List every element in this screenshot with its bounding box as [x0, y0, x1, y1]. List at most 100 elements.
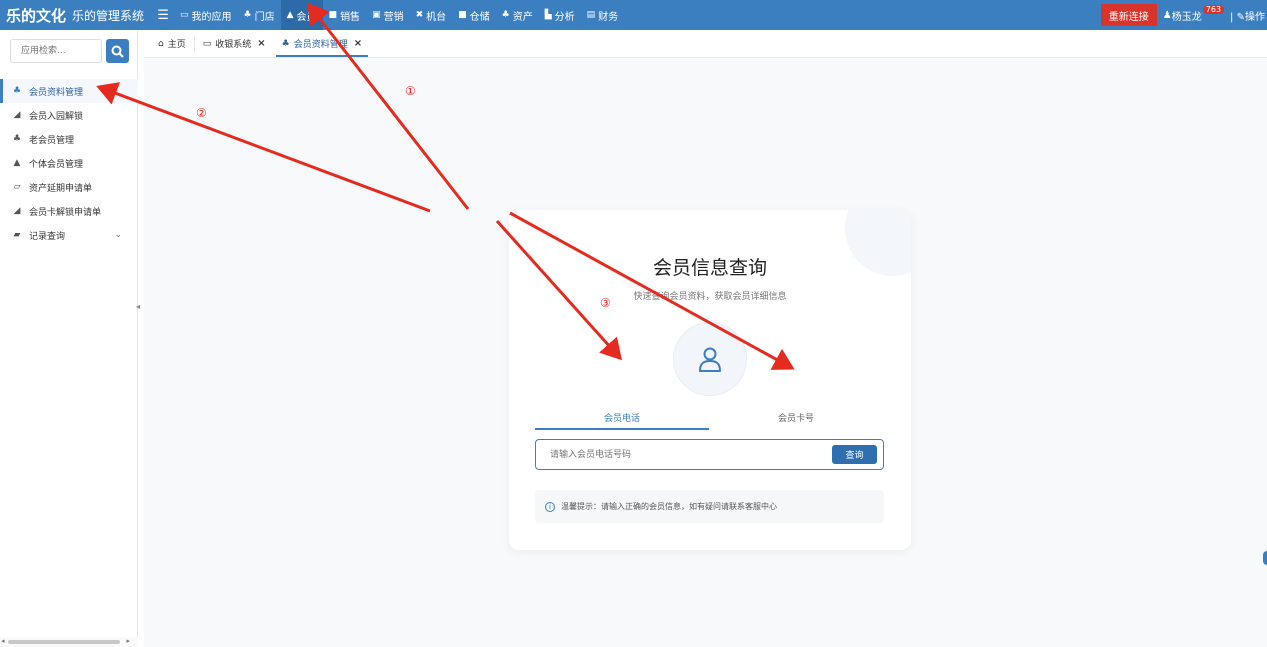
search-icon — [111, 45, 124, 58]
chevron-down-icon: ⌄ — [114, 230, 122, 240]
sidebar-item-label: 记录查询 — [29, 231, 66, 242]
sitemap-icon: ♣ — [243, 10, 252, 20]
query-row: 查询 — [535, 439, 884, 470]
nav-label: 资产 — [512, 11, 533, 23]
scrollbar-thumb[interactable] — [8, 640, 120, 644]
tab-label: 会员资料管理 — [293, 40, 348, 50]
scroll-right-icon[interactable]: ▸ — [126, 637, 130, 645]
nav-item-machines[interactable]: ✖ 机台 — [410, 0, 453, 30]
monitor-icon: ▭ — [180, 10, 189, 20]
tab-cashier[interactable]: ▭ 收银系统 × — [195, 30, 274, 58]
nav-item-finance[interactable]: ▤ 财务 — [581, 0, 625, 30]
query-button[interactable]: 查询 — [832, 445, 877, 464]
sidebar-menu: ♣ 会员资料管理 ◢ 会员入园解锁 ♣ 老会员管理 ▲ 个体会员管理 ▱ 资产延期申请单 … — [0, 79, 138, 247]
users-icon: ♣ — [12, 86, 22, 96]
horizontal-scrollbar[interactable]: ◂ ▸ — [0, 637, 138, 647]
annotation-label-1: ① — [405, 84, 416, 98]
nav-item-sales[interactable]: ■ 销售 — [323, 0, 367, 30]
main-nav: ▭ 我的应用 ♣ 门店 ▲ 会员 ■ 销售 ▣ 营销 ✖ 机台 ■ 仓储 ♣ 资产 ▙ 分析 ▤ 财… — [174, 0, 624, 30]
sidebar-item-label: 会员入园解锁 — [29, 111, 84, 122]
gift-icon: ▣ — [372, 10, 381, 20]
users-icon: ♣ — [281, 38, 290, 49]
ops-menu[interactable]: | ✎操作 — [1230, 8, 1267, 23]
briefcase-icon: ■ — [328, 10, 338, 20]
sidebar-item-park-unlock[interactable]: ◢ 会员入园解锁 — [0, 103, 138, 127]
sidebar-item-member-profile[interactable]: ♣ 会员资料管理 — [0, 79, 138, 103]
card-title: 会员信息查询 — [652, 257, 767, 279]
search-button[interactable] — [106, 39, 129, 63]
nav-label: 仓储 — [469, 11, 490, 23]
tab-strip: ⌂ 主页 ▭ 收银系统 × ♣ 会员资料管理 × — [144, 30, 1267, 58]
info-icon: i — [545, 501, 555, 512]
tab-label: 收银系统 — [215, 40, 252, 50]
query-type-tabs: 会员电话 会员卡号 — [535, 404, 883, 430]
nav-item-warehouse[interactable]: ■ 仓储 — [452, 0, 496, 30]
tip-text: 温馨提示：请输入正确的会员信息，如有疑问请联系客服中心 — [561, 502, 777, 511]
sidebar-item-label: 会员资料管理 — [29, 87, 84, 98]
topbar-right: 重新连接 ♟ 杨玉龙 763 | ✎操作 — [1100, 0, 1267, 30]
scroll-left-icon[interactable]: ◂ — [1, 637, 5, 645]
nav-item-stores[interactable]: ♣ 门店 — [238, 0, 281, 30]
avatar — [673, 322, 747, 396]
nav-label: 会员 — [296, 11, 317, 23]
menu-toggle-icon[interactable]: ☰ — [156, 8, 170, 23]
member-phone-input[interactable] — [536, 440, 826, 469]
divider: | — [1230, 11, 1234, 23]
annotation-label-2: ② — [196, 106, 207, 120]
user-name: 杨玉龙 — [1171, 11, 1202, 23]
book-icon: ▰ — [13, 230, 21, 240]
member-query-card: 会员信息查询 快速查询会员资料，获取会员详细信息 会员电话 会员卡号 查询 i … — [509, 210, 911, 550]
nav-label: 分析 — [554, 11, 575, 23]
tab-member-profile[interactable]: ♣ 会员资料管理 × — [274, 30, 370, 58]
user-menu[interactable]: ♟ 杨玉龙 763 — [1163, 4, 1225, 23]
brand[interactable]: 乐的文化 乐的管理系统 — [0, 0, 144, 30]
tab-member-card[interactable]: 会员卡号 — [709, 404, 883, 430]
ops-label: 操作 — [1245, 11, 1265, 23]
tab-label: 主页 — [167, 40, 186, 50]
tab-home[interactable]: ⌂ 主页 — [150, 30, 194, 58]
sidebar-collapse-handle[interactable]: ◂ — [136, 302, 142, 318]
nav-item-my-apps[interactable]: ▭ 我的应用 — [174, 0, 238, 30]
right-edge-tab[interactable] — [1263, 551, 1267, 565]
nav-item-marketing[interactable]: ▣ 营销 — [366, 0, 410, 30]
nav-item-assets[interactable]: ♣ 资产 — [496, 0, 539, 30]
tip-box: i 温馨提示：请输入正确的会员信息，如有疑问请联系客服中心 — [535, 490, 884, 523]
nav-label: 营销 — [383, 11, 404, 23]
annotation-label-3: ③ — [600, 296, 611, 310]
sidebar-item-label: 会员卡解锁申请单 — [29, 207, 102, 218]
nav-label: 我的应用 — [191, 11, 232, 23]
users-icon: ♣ — [501, 10, 510, 20]
ledger-icon: ▤ — [586, 10, 596, 20]
unlock-icon: ◢ — [13, 110, 21, 120]
sidebar-item-old-members[interactable]: ♣ 老会员管理 — [0, 127, 138, 151]
tab-member-phone[interactable]: 会员电话 — [535, 404, 709, 430]
main-area: ⌂ 主页 ▭ 收银系统 × ♣ 会员资料管理 × 会员信息查询 快速查询会员资料，获取会员… — [144, 30, 1267, 647]
close-icon[interactable]: × — [257, 38, 265, 49]
nav-item-members[interactable]: ▲ 会员 — [280, 0, 323, 30]
sidebar-item-card-unlock-request[interactable]: ◢ 会员卡解锁申请单 — [0, 199, 138, 223]
wrench-icon: ✎ — [1236, 11, 1245, 23]
nav-label: 机台 — [426, 11, 447, 23]
sidebar-item-label: 老会员管理 — [29, 135, 75, 146]
sidebar-item-label: 资产延期申请单 — [29, 183, 93, 194]
brand-logo: 乐的文化 — [6, 6, 67, 25]
sidebar-item-label: 个体会员管理 — [29, 159, 84, 170]
sidebar-item-asset-extension[interactable]: ▱ 资产延期申请单 — [0, 175, 138, 199]
user-icon — [699, 347, 721, 372]
lock-icon: ▲ — [13, 158, 21, 168]
lock-icon: ▲ — [286, 10, 294, 20]
sidebar-item-record-query[interactable]: ▰ 记录查询 ⌄ — [0, 223, 138, 247]
app-search — [10, 39, 129, 63]
sidebar-item-individual-members[interactable]: ▲ 个体会员管理 — [0, 151, 138, 175]
folder-open-icon: ▱ — [13, 182, 21, 192]
nav-label: 财务 — [598, 11, 619, 23]
nav-item-analysis[interactable]: ▙ 分析 — [539, 0, 581, 30]
home-icon: ⌂ — [158, 38, 164, 49]
system-name: 乐的管理系统 — [72, 8, 145, 23]
nav-label: 销售 — [340, 11, 361, 23]
reconnect-button[interactable]: 重新连接 — [1100, 4, 1157, 26]
close-icon[interactable]: × — [354, 38, 362, 49]
app-search-input[interactable] — [10, 39, 102, 63]
unlock-icon: ◢ — [13, 206, 21, 216]
card-subtitle: 快速查询会员资料，获取会员详细信息 — [633, 292, 787, 302]
